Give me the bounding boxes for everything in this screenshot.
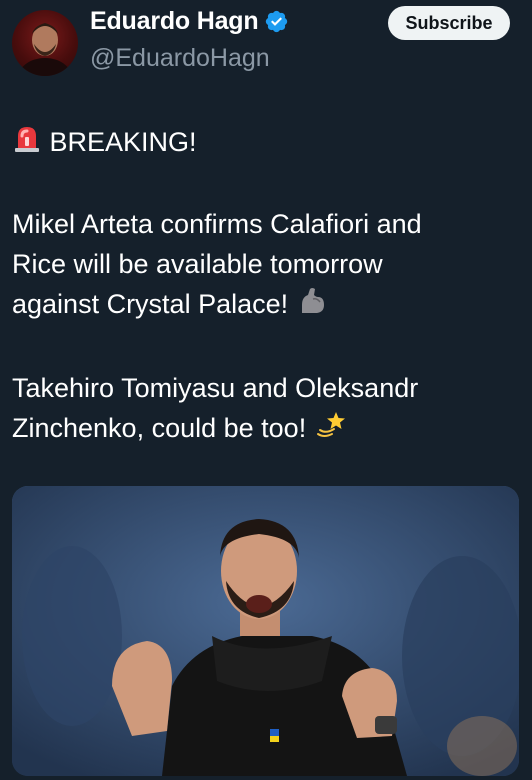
verified-badge-icon bbox=[264, 9, 289, 34]
avatar-portrait bbox=[17, 23, 73, 76]
tweet-line-text: BREAKING! bbox=[49, 127, 197, 157]
tweet-text: BREAKING! Mikel Arteta confirms Calafior… bbox=[12, 122, 522, 451]
tweet-line: Takehiro Tomiyasu and Oleksandr bbox=[12, 372, 419, 403]
dizzy-icon bbox=[314, 408, 346, 451]
tweet-line: against Crystal Palace! bbox=[12, 284, 522, 327]
tweet-line: Mikel Arteta confirms Calafiori and bbox=[12, 209, 422, 240]
flexed-biceps-icon bbox=[296, 285, 328, 328]
tweet-line-text: against Crystal Palace! bbox=[12, 289, 289, 320]
author-name[interactable]: Eduardo Hagn bbox=[90, 7, 259, 36]
tweet-line: Zinchenko, could be too! bbox=[12, 408, 522, 451]
tweet-media-photo[interactable] bbox=[12, 486, 519, 776]
name-row: Eduardo Hagn bbox=[90, 7, 289, 36]
tweet-line: Rice will be available tomorrow bbox=[12, 249, 383, 280]
tweet-header: Eduardo Hagn @EduardoHagn Subscribe bbox=[0, 0, 532, 90]
subscribe-button[interactable]: Subscribe bbox=[388, 6, 510, 40]
author-handle[interactable]: @EduardoHagn bbox=[90, 44, 270, 73]
rotating-light-icon bbox=[12, 123, 42, 164]
tweet-line-text: Zinchenko, could be too! bbox=[12, 412, 307, 443]
avatar[interactable] bbox=[12, 10, 78, 76]
photo-man-celebrating bbox=[12, 486, 519, 776]
tweet-line: BREAKING! bbox=[12, 122, 522, 164]
